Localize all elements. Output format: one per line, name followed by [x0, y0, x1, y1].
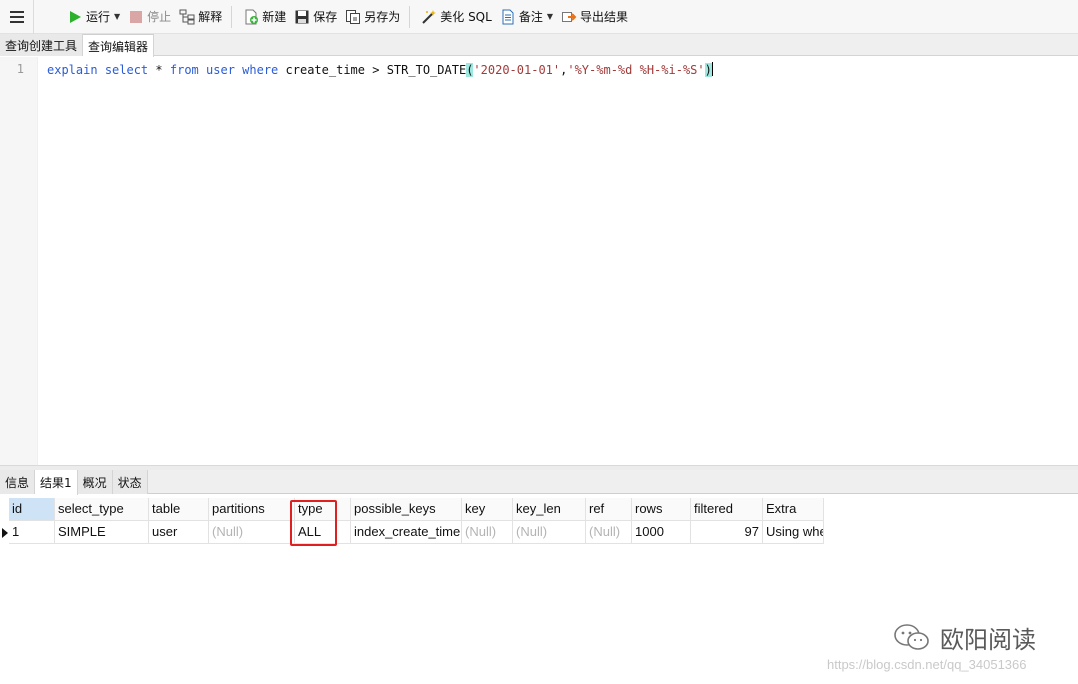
tab-query-editor[interactable]: 查询编辑器: [83, 34, 155, 57]
keyword-from: from: [169, 63, 199, 77]
keyword-select: select: [104, 63, 149, 77]
hamburger-icon: [9, 10, 24, 23]
cell-rows[interactable]: 1000: [632, 521, 691, 544]
operator: >: [372, 63, 380, 77]
cell-select-type[interactable]: SIMPLE: [55, 521, 149, 544]
run-dropdown-icon[interactable]: ▼: [114, 12, 120, 21]
toolbar: 运行 ▼ 停止 解释 新建 保存 另存为 美化 SQL 备注 ▼ 导出结果: [0, 0, 1078, 34]
grid-header-row: id select_type table partitions type pos…: [0, 498, 824, 521]
explain-label: 解释: [198, 10, 223, 24]
new-query-icon: [243, 9, 259, 25]
tab-profile[interactable]: 概况: [77, 470, 113, 494]
menu-button[interactable]: [0, 0, 34, 34]
tab-query-builder[interactable]: 查询创建工具: [0, 34, 84, 56]
explain-icon: [179, 9, 195, 25]
tab-result1[interactable]: 结果1: [35, 470, 78, 495]
tab-label: 查询编辑器: [88, 39, 149, 54]
notes-dropdown-icon[interactable]: ▼: [547, 12, 553, 21]
column-header-partitions[interactable]: partitions: [209, 498, 295, 521]
tab-label: 概况: [82, 475, 107, 490]
run-label: 运行: [86, 10, 111, 24]
tab-label: 结果1: [40, 476, 72, 490]
column-name: create_time: [285, 63, 365, 77]
function-name: STR_TO_DATE: [386, 63, 467, 77]
column-header-key-len[interactable]: key_len: [513, 498, 586, 521]
explain-button[interactable]: 解释: [176, 5, 225, 29]
watermark-url: https://blog.csdn.net/qq_34051366: [827, 657, 1027, 672]
cell-partitions[interactable]: (Null): [209, 521, 295, 544]
column-header-table[interactable]: table: [149, 498, 209, 521]
string-arg2: '%Y-%m-%d %H-%i-%S': [567, 63, 705, 77]
save-button[interactable]: 保存: [291, 5, 340, 29]
table-row[interactable]: 1 SIMPLE user (Null) ALL index_create_ti…: [0, 521, 824, 544]
save-label: 保存: [313, 10, 338, 24]
save-as-label: 另存为: [364, 10, 401, 24]
save-as-icon: [345, 9, 361, 25]
column-header-select-type[interactable]: select_type: [55, 498, 149, 521]
export-icon: [561, 9, 577, 25]
cell-filtered[interactable]: 97: [691, 521, 763, 544]
beautify-sql-label: 美化 SQL: [440, 10, 492, 24]
stop-icon: [128, 9, 144, 25]
keyword-where: where: [242, 63, 279, 77]
token-star: *: [155, 63, 163, 77]
notes-icon: [500, 9, 516, 25]
tab-label: 状态: [117, 475, 142, 490]
close-paren: ): [704, 63, 712, 77]
column-header-filtered[interactable]: filtered: [691, 498, 763, 521]
cell-extra[interactable]: Using whe: [763, 521, 824, 544]
row-pointer-icon: [0, 521, 9, 544]
watermark-name: 欧阳阅读: [940, 626, 1036, 654]
stop-button[interactable]: 停止: [125, 5, 174, 29]
tab-label: 信息: [5, 475, 30, 490]
string-arg1: '2020-01-01': [473, 63, 561, 77]
cell-id[interactable]: 1: [9, 521, 55, 544]
result-tabs: 信息 结果1 概况 状态: [0, 470, 1078, 495]
editor-mode-tabs: 查询创建工具 查询编辑器: [0, 34, 1078, 57]
cell-key[interactable]: (Null): [462, 521, 513, 544]
save-icon: [294, 9, 310, 25]
table-name: user: [206, 63, 235, 77]
wechat-logo-icon: [892, 622, 932, 654]
result-grid: id select_type table partitions type pos…: [0, 498, 824, 544]
column-header-extra[interactable]: Extra: [763, 498, 824, 521]
line-gutter: 1: [0, 57, 38, 465]
export-results-label: 导出结果: [580, 10, 629, 24]
line-number: 1: [16, 62, 24, 76]
beautify-sql-button[interactable]: 美化 SQL: [418, 5, 495, 29]
column-header-possible-keys[interactable]: possible_keys: [351, 498, 462, 521]
cell-possible-keys[interactable]: index_create_time: [351, 521, 462, 544]
toolbar-separator: [409, 5, 411, 28]
notes-button[interactable]: 备注 ▼: [497, 5, 556, 29]
column-header-key[interactable]: key: [462, 498, 513, 521]
tab-info[interactable]: 信息: [0, 470, 36, 494]
new-label: 新建: [262, 10, 287, 24]
sql-code-line[interactable]: explain select * from user where create_…: [47, 62, 713, 77]
column-header-ref[interactable]: ref: [586, 498, 632, 521]
stop-label: 停止: [147, 10, 172, 24]
column-header-id[interactable]: id: [9, 498, 55, 521]
play-icon: [67, 9, 83, 25]
cell-ref[interactable]: (Null): [586, 521, 632, 544]
run-button[interactable]: 运行 ▼: [64, 5, 123, 29]
type-column-highlight: [290, 500, 337, 546]
magic-wand-icon: [421, 9, 437, 25]
column-header-rows[interactable]: rows: [632, 498, 691, 521]
notes-label: 备注: [518, 10, 543, 24]
text-cursor: [711, 62, 713, 76]
save-as-button[interactable]: 另存为: [342, 5, 403, 29]
keyword-explain: explain: [47, 63, 98, 77]
tab-label: 查询创建工具: [5, 38, 78, 53]
new-button[interactable]: 新建: [240, 5, 289, 29]
header-corner: [0, 498, 9, 521]
export-results-button[interactable]: 导出结果: [558, 5, 631, 29]
sql-editor[interactable]: 1 explain select * from user where creat…: [0, 57, 1078, 465]
cell-key-len[interactable]: (Null): [513, 521, 586, 544]
cell-table[interactable]: user: [149, 521, 209, 544]
toolbar-separator: [231, 5, 233, 28]
tab-status[interactable]: 状态: [112, 470, 148, 494]
